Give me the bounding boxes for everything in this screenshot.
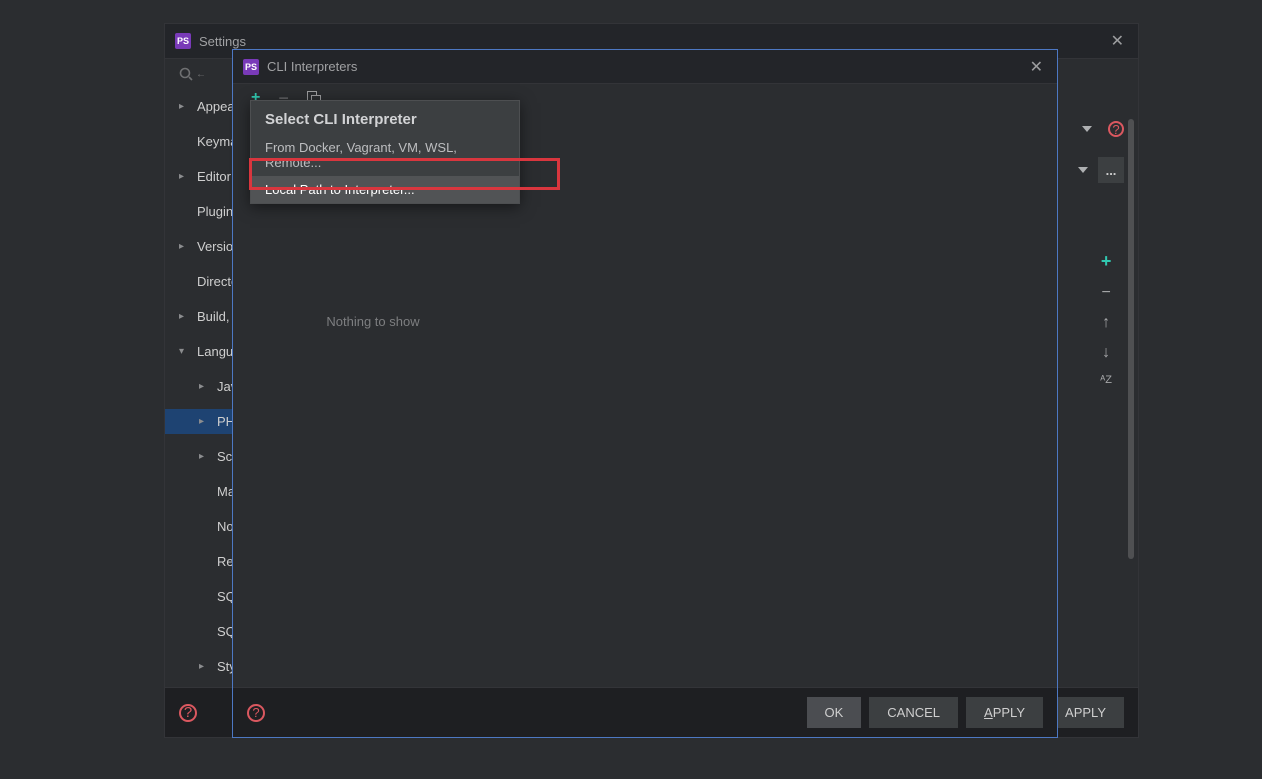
dropdown-caret-icon[interactable] xyxy=(1082,126,1092,132)
cli-footer: ? OK CANCEL APPLY xyxy=(233,688,1057,737)
chevron-icon: ▸ xyxy=(179,241,189,252)
right-dropdown-row2: ... xyxy=(1078,157,1124,183)
dropdown-caret-icon[interactable] xyxy=(1078,167,1088,173)
browse-button[interactable]: ... xyxy=(1098,157,1124,183)
right-vertical-toolbar: + − ↑ ↓ ᴬZ xyxy=(1100,251,1112,386)
cli-title: CLI Interpreters xyxy=(267,59,357,74)
add-icon[interactable]: + xyxy=(1101,251,1112,272)
remove-icon[interactable]: − xyxy=(1101,284,1110,302)
cli-close-button[interactable]: ✕ xyxy=(1026,53,1047,81)
search-icon xyxy=(179,67,193,81)
phpstorm-logo-icon: PS xyxy=(175,33,191,49)
cli-cancel-button[interactable]: CANCEL xyxy=(869,697,958,728)
phpstorm-logo-icon: PS xyxy=(243,59,259,75)
settings-scrollbar[interactable] xyxy=(1128,119,1134,559)
move-up-icon[interactable]: ↑ xyxy=(1102,314,1110,332)
popup-heading: Select CLI Interpreter xyxy=(251,101,519,134)
move-down-icon[interactable]: ↓ xyxy=(1102,344,1110,362)
chevron-icon: ▾ xyxy=(179,346,189,357)
tree-item-label: Editor xyxy=(197,169,231,184)
cli-titlebar[interactable]: PS CLI Interpreters ✕ xyxy=(233,50,1057,84)
chevron-icon: ▸ xyxy=(179,171,189,182)
settings-close-button[interactable]: ✕ xyxy=(1107,27,1128,55)
option-local-interpreter[interactable]: Local Path to Interpreter... xyxy=(251,176,519,203)
chevron-icon: ▸ xyxy=(179,101,189,112)
select-cli-interpreter-popup: Select CLI Interpreter From Docker, Vagr… xyxy=(250,100,520,204)
chevron-icon: ▸ xyxy=(199,416,209,427)
chevron-icon: ▸ xyxy=(179,311,189,322)
chevron-icon: ▸ xyxy=(199,661,209,672)
search-back-icon: ← xyxy=(196,69,206,80)
option-remote-interpreter[interactable]: From Docker, Vagrant, VM, WSL, Remote... xyxy=(251,134,519,176)
cli-help-button[interactable]: ? xyxy=(247,704,265,722)
cli-apply-button[interactable]: APPLY xyxy=(966,697,1043,728)
cli-ok-button[interactable]: OK xyxy=(807,697,862,728)
right-dropdown-row1: ? xyxy=(1082,121,1124,137)
chevron-icon: ▸ xyxy=(199,381,209,392)
settings-apply-button[interactable]: APPLY xyxy=(1047,697,1124,728)
cli-empty-label: Nothing to show xyxy=(233,314,513,329)
settings-title: Settings xyxy=(199,34,246,49)
chevron-icon: ▸ xyxy=(199,451,209,462)
sort-alphabetically-icon[interactable]: ᴬZ xyxy=(1100,374,1112,386)
help-icon[interactable]: ? xyxy=(1108,121,1124,137)
help-button[interactable]: ? xyxy=(179,704,197,722)
